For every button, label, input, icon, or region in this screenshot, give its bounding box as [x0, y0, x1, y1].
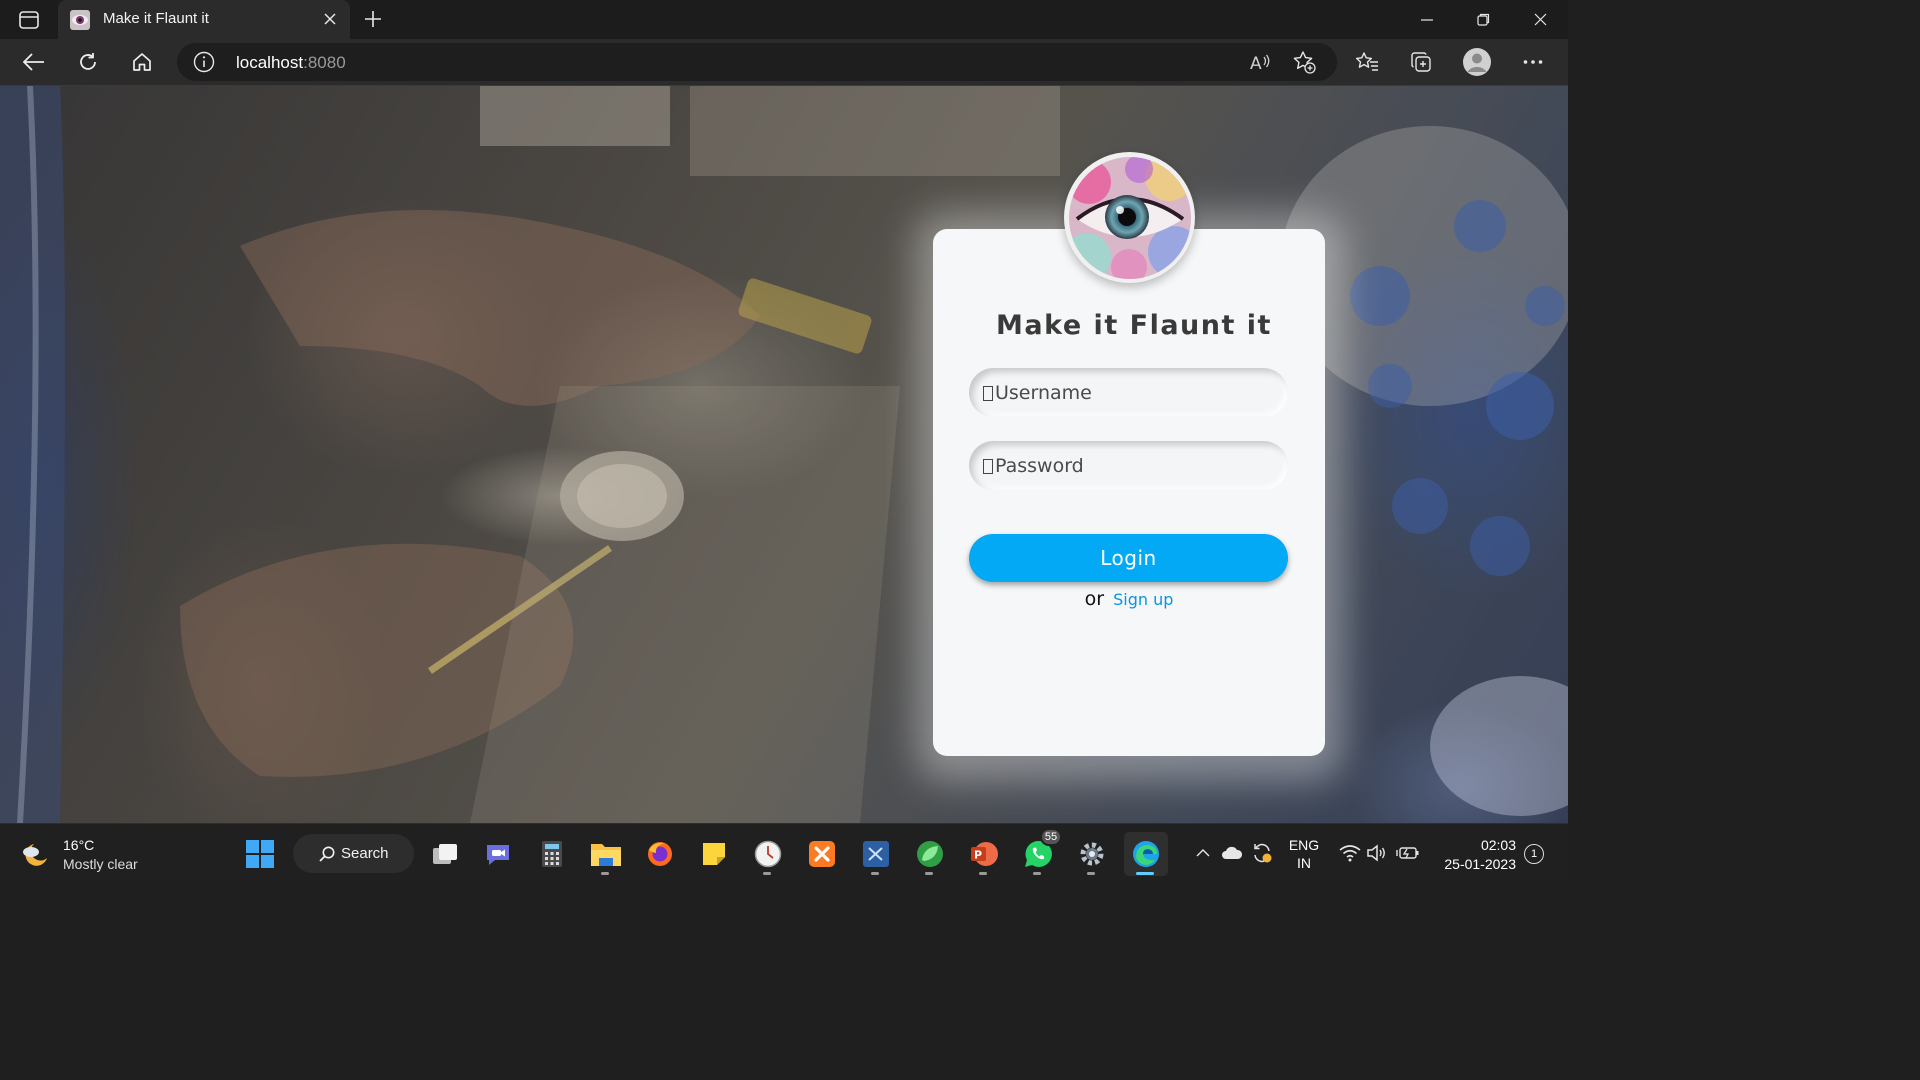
browser-toolbar: localhost:8080 A: [0, 39, 1568, 86]
refresh-icon[interactable]: [71, 46, 105, 78]
system-clock[interactable]: 02:03 25-01-2023: [1430, 836, 1516, 874]
running-indicator: [601, 872, 609, 875]
home-icon[interactable]: [125, 46, 159, 78]
svg-text:A: A: [1250, 54, 1262, 72]
close-window-icon[interactable]: [1512, 0, 1568, 39]
running-indicator: [871, 872, 879, 875]
tab-title: Make it Flaunt it: [103, 10, 209, 27]
whatsapp-badge: 55: [1040, 828, 1062, 846]
edge-browser-icon[interactable]: [1124, 832, 1168, 876]
language-region: IN: [1297, 855, 1311, 871]
brand-logo: [1064, 152, 1195, 283]
signup-row: or Sign up: [933, 588, 1325, 610]
site-info-icon[interactable]: [193, 51, 215, 73]
windows-logo-icon: [246, 840, 274, 868]
clock-app-icon[interactable]: [746, 832, 790, 876]
password-input[interactable]: Password: [969, 441, 1288, 490]
or-text: or: [1084, 588, 1105, 610]
start-button[interactable]: [238, 832, 282, 876]
weather-description: Mostly clear: [63, 856, 138, 872]
running-indicator: [925, 872, 933, 875]
add-favorite-icon[interactable]: [1291, 49, 1317, 75]
read-aloud-icon[interactable]: A: [1247, 49, 1273, 75]
more-menu-icon[interactable]: [1516, 46, 1550, 78]
language-indicator[interactable]: ENG IN: [1288, 836, 1320, 872]
url-text: localhost:8080: [236, 53, 346, 73]
missing-glyph-icon: [983, 459, 993, 474]
xampp-icon[interactable]: [800, 832, 844, 876]
username-placeholder: Username: [995, 381, 1092, 404]
new-tab-icon[interactable]: [361, 7, 385, 31]
url-host: localhost: [236, 53, 304, 72]
task-view-icon[interactable]: [423, 832, 467, 876]
windows-taskbar: 16°C Mostly clear Search P 55 ENG IN 02:…: [0, 823, 1568, 882]
tab-actions-icon[interactable]: [12, 8, 46, 32]
login-card: [933, 229, 1325, 756]
vscode-icon[interactable]: [854, 832, 898, 876]
chevron-up-icon[interactable]: [1190, 840, 1216, 866]
settings-gear-icon[interactable]: [1070, 832, 1114, 876]
address-bar[interactable]: localhost:8080 A: [177, 43, 1337, 81]
clock-date: 25-01-2023: [1444, 856, 1516, 872]
active-indicator: [1136, 872, 1154, 875]
page-title: Make it Flaunt it: [996, 310, 1272, 341]
weather-temperature: 16°C: [63, 837, 95, 853]
favorites-icon[interactable]: [1350, 46, 1384, 78]
search-label: Search: [341, 845, 389, 862]
onedrive-cloud-icon[interactable]: [1219, 840, 1245, 866]
profile-avatar-icon[interactable]: [1460, 46, 1494, 78]
running-indicator: [1087, 872, 1095, 875]
calculator-icon[interactable]: [530, 832, 574, 876]
battery-icon[interactable]: [1395, 840, 1421, 866]
close-tab-icon[interactable]: [320, 9, 340, 29]
password-placeholder: Password: [995, 454, 1084, 477]
green-leaf-app-icon[interactable]: [908, 832, 952, 876]
powerpoint-icon[interactable]: P: [962, 832, 1006, 876]
eye-logo-icon: [1068, 156, 1191, 279]
firefox-icon[interactable]: [638, 832, 682, 876]
signup-link[interactable]: Sign up: [1113, 590, 1173, 609]
language-code: ENG: [1288, 837, 1320, 853]
search-icon: [319, 846, 335, 862]
minimize-icon[interactable]: [1399, 0, 1455, 39]
notification-center-icon[interactable]: 1: [1524, 844, 1544, 864]
file-explorer-icon[interactable]: [584, 832, 628, 876]
sync-warning-icon[interactable]: [1249, 840, 1275, 866]
volume-icon[interactable]: [1364, 840, 1390, 866]
tab-bar: Make it Flaunt it: [0, 0, 1568, 39]
page-viewport: Make it Flaunt it Username Password Logi…: [0, 86, 1568, 823]
whatsapp-icon[interactable]: 55: [1016, 828, 1062, 876]
url-port: :8080: [303, 53, 346, 72]
back-icon[interactable]: [17, 46, 51, 78]
missing-glyph-icon: [983, 386, 993, 401]
wifi-icon[interactable]: [1337, 840, 1363, 866]
collections-icon[interactable]: [1404, 46, 1438, 78]
favicon-eye-icon: [70, 10, 90, 30]
running-indicator: [763, 872, 771, 875]
teams-chat-icon[interactable]: [476, 832, 520, 876]
sticky-notes-icon[interactable]: [692, 832, 736, 876]
login-button[interactable]: Login: [969, 534, 1288, 582]
browser-tab[interactable]: Make it Flaunt it: [58, 0, 350, 39]
running-indicator: [979, 872, 987, 875]
svg-text:P: P: [974, 849, 982, 862]
taskbar-search[interactable]: Search: [293, 834, 414, 873]
moon-cloud-icon: [20, 841, 50, 871]
restore-icon[interactable]: [1455, 0, 1511, 39]
running-indicator: [1033, 872, 1041, 875]
username-input[interactable]: Username: [969, 368, 1288, 417]
clock-time: 02:03: [1480, 837, 1516, 853]
